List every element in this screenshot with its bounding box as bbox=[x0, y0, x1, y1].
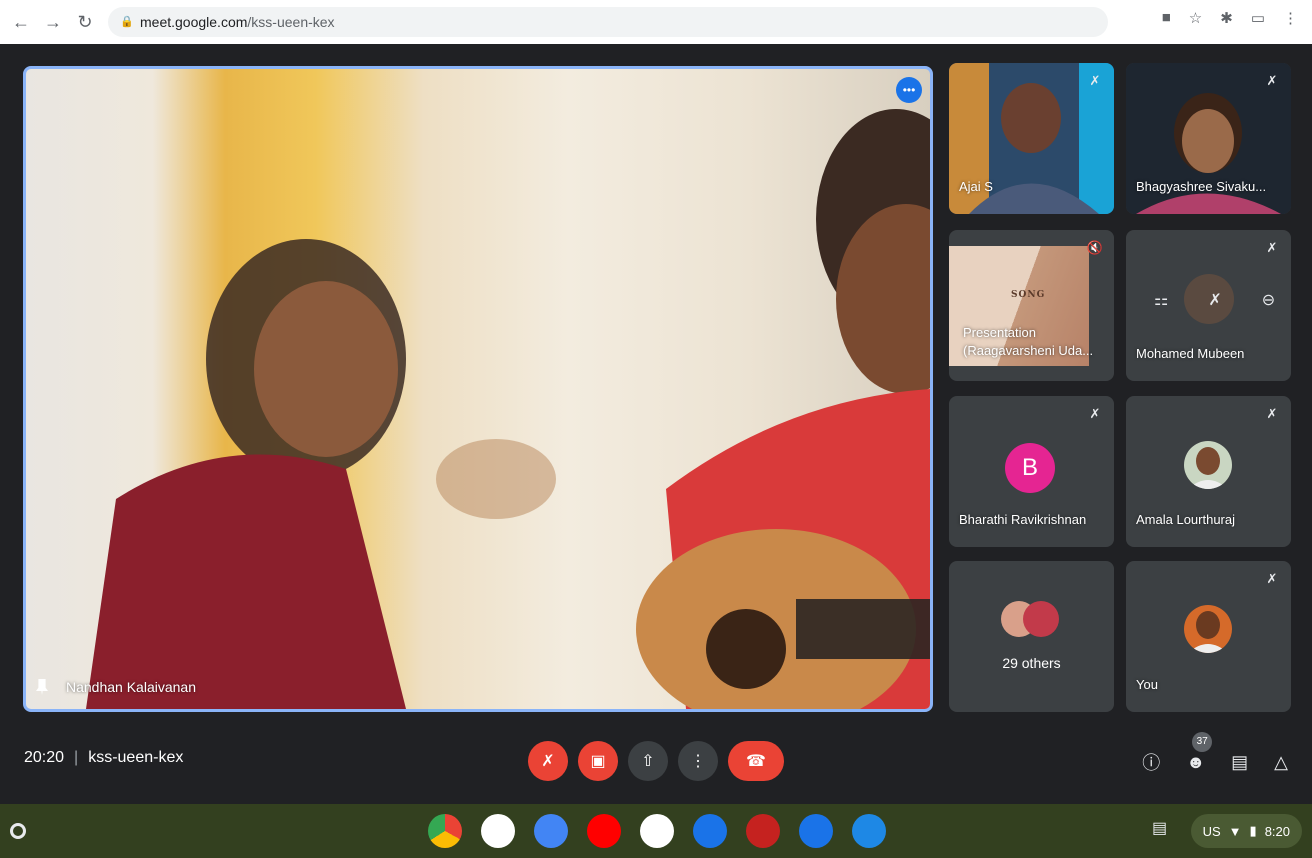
mic-toggle-button[interactable]: ✗ bbox=[528, 741, 568, 781]
pin-icon[interactable]: ⚏ bbox=[1154, 290, 1168, 310]
back-icon[interactable]: ← bbox=[10, 11, 32, 33]
camera-icon[interactable]: ■ bbox=[1162, 9, 1171, 27]
others-count: 29 others bbox=[1002, 655, 1061, 671]
url-host: meet.google.com bbox=[140, 14, 248, 30]
leave-call-button[interactable]: ☎ bbox=[728, 741, 784, 781]
participant-tile[interactable]: ✗ B Bharathi Ravikrishnan bbox=[949, 396, 1114, 547]
presentation-name: Presentation (Raagavarsheni Uda... bbox=[963, 324, 1093, 360]
mic-off-icon: ✗ bbox=[1266, 240, 1278, 255]
participant-tile[interactable]: ✗ ⚏ ✗ ⊖ Mohamed Mubeen bbox=[1126, 230, 1291, 381]
avatar: B bbox=[1005, 443, 1055, 493]
participant-name: Amala Lourthuraj bbox=[1136, 512, 1235, 527]
presentation-tile[interactable]: SONG 🔇 Presentation (Raagavarsheni Uda..… bbox=[949, 230, 1114, 381]
avatar-photo bbox=[1184, 605, 1232, 653]
messages-icon[interactable] bbox=[693, 814, 727, 848]
slide-text: SONG bbox=[1011, 290, 1046, 300]
participant-name: Bhagyashree Sivaku... bbox=[1136, 179, 1267, 194]
launcher-icon[interactable] bbox=[10, 823, 26, 839]
battery-icon: ▮ bbox=[1249, 823, 1257, 838]
holding-space-icon[interactable]: ▤ bbox=[1152, 818, 1176, 842]
main-video-name: Nandhan Kalaivanan bbox=[36, 679, 196, 695]
participant-name: Ajai S bbox=[959, 179, 993, 194]
avatar-photo bbox=[1184, 441, 1232, 489]
docs-icon[interactable] bbox=[534, 814, 568, 848]
people-icon: ☻ bbox=[1186, 751, 1206, 772]
browser-actions: ■ ☆ ✱ ▭ ⋮ bbox=[1162, 9, 1298, 27]
remove-icon[interactable]: ⊖ bbox=[1262, 290, 1275, 310]
present-button[interactable]: ⇧ bbox=[628, 741, 668, 781]
clock: 8:20 bbox=[1264, 823, 1290, 839]
mic-off-icon: ✗ bbox=[1266, 73, 1278, 88]
activities-icon[interactable]: △ bbox=[1274, 752, 1288, 773]
pin-icon[interactable] bbox=[36, 679, 48, 695]
extensions-icon[interactable]: ✱ bbox=[1220, 9, 1233, 27]
call-end-icon: ☎ bbox=[746, 753, 766, 770]
others-tile[interactable]: 29 others bbox=[949, 561, 1114, 712]
mic-off-icon: ✗ bbox=[1266, 406, 1278, 421]
locale-indicator: US bbox=[1202, 823, 1221, 839]
camera-app-icon[interactable] bbox=[799, 814, 833, 848]
participant-count-badge: 37 bbox=[1192, 731, 1213, 752]
meet-area: ••• Nandhan Kalaivanan ✗ Ajai S ✗ Bhagya… bbox=[0, 44, 1312, 804]
meeting-side-controls: ⓘ 37 ☻ ▤ △ bbox=[1142, 731, 1288, 775]
mic-off-icon: ✗ bbox=[1089, 73, 1101, 88]
star-icon[interactable]: ☆ bbox=[1189, 9, 1202, 27]
browser-toolbar: ← → ↻ 🔒 meet.google.com/kss-ueen-kex ■ ☆… bbox=[0, 0, 1312, 44]
avatar bbox=[1184, 441, 1232, 489]
present-icon: ⇧ bbox=[641, 753, 655, 770]
tile-hover-actions: ⚏ ✗ ⊖ bbox=[1154, 290, 1275, 310]
video-frame bbox=[86, 109, 930, 709]
participant-tile[interactable]: ✗ Bhagyashree Sivaku... bbox=[1126, 63, 1291, 214]
more-options-button[interactable]: ⋮ bbox=[678, 741, 718, 781]
gmail-icon[interactable] bbox=[481, 814, 515, 848]
os-shelf: ▤ US ▼ ▮ 8:20 bbox=[0, 804, 1312, 858]
reload-icon[interactable]: ↻ bbox=[74, 11, 96, 33]
lock-icon: 🔒 bbox=[120, 16, 134, 28]
meeting-details: 20:20 | kss-ueen-kex bbox=[24, 749, 183, 767]
mic-off-icon: ✗ bbox=[541, 753, 555, 770]
info-icon[interactable]: ⓘ bbox=[1142, 749, 1160, 775]
participant-tile[interactable]: ✗ Ajai S bbox=[949, 63, 1114, 214]
meeting-time: 20:20 bbox=[24, 749, 65, 766]
main-video-tile[interactable]: ••• Nandhan Kalaivanan bbox=[23, 66, 933, 712]
people-button[interactable]: 37 ☻ bbox=[1186, 731, 1213, 773]
presentation-name-line2: (Raagavarsheni Uda... bbox=[963, 343, 1094, 358]
menu-icon[interactable]: ⋮ bbox=[1283, 9, 1298, 27]
more-vert-icon: ⋮ bbox=[690, 753, 706, 770]
files-icon[interactable] bbox=[852, 814, 886, 848]
participant-name: You bbox=[1136, 677, 1158, 692]
avatar bbox=[1184, 605, 1232, 653]
mic-off-icon: ✗ bbox=[1089, 406, 1101, 421]
mic-off-icon[interactable]: ✗ bbox=[1208, 290, 1221, 310]
self-tile[interactable]: ✗ You bbox=[1126, 561, 1291, 712]
meeting-code: kss-ueen-kex bbox=[88, 749, 184, 766]
participant-name: Bharathi Ravikrishnan bbox=[959, 512, 1087, 527]
youtube-icon[interactable] bbox=[587, 814, 621, 848]
wifi-icon: ▼ bbox=[1228, 823, 1242, 839]
speaker-off-icon: 🔇 bbox=[1086, 240, 1104, 255]
mic-off-icon: ✗ bbox=[1266, 571, 1278, 586]
participant-name: Mohamed Mubeen bbox=[1136, 346, 1245, 361]
chat-icon[interactable]: ▤ bbox=[1231, 752, 1248, 773]
others-avatars bbox=[1001, 601, 1059, 637]
separator: | bbox=[74, 749, 79, 766]
presentation-name-line1: Presentation bbox=[963, 325, 1036, 340]
main-video-name-label: Nandhan Kalaivanan bbox=[66, 679, 196, 695]
participant-tile[interactable]: ✗ Amala Lourthuraj bbox=[1126, 396, 1291, 547]
camera-toggle-button[interactable]: ▣ bbox=[578, 741, 618, 781]
url-path: /kss-ueen-kex bbox=[247, 14, 335, 30]
cast-icon[interactable]: ▭ bbox=[1251, 9, 1265, 27]
play-store-icon[interactable] bbox=[640, 814, 674, 848]
address-bar[interactable]: 🔒 meet.google.com/kss-ueen-kex bbox=[108, 7, 1108, 37]
chrome-icon[interactable] bbox=[428, 814, 462, 848]
status-area[interactable]: US ▼ ▮ 8:20 bbox=[1190, 814, 1302, 848]
speaking-indicator-icon: ••• bbox=[896, 77, 922, 103]
forward-icon[interactable]: → bbox=[42, 11, 64, 33]
pdf-icon[interactable] bbox=[746, 814, 780, 848]
camera-off-icon: ▣ bbox=[590, 753, 606, 770]
